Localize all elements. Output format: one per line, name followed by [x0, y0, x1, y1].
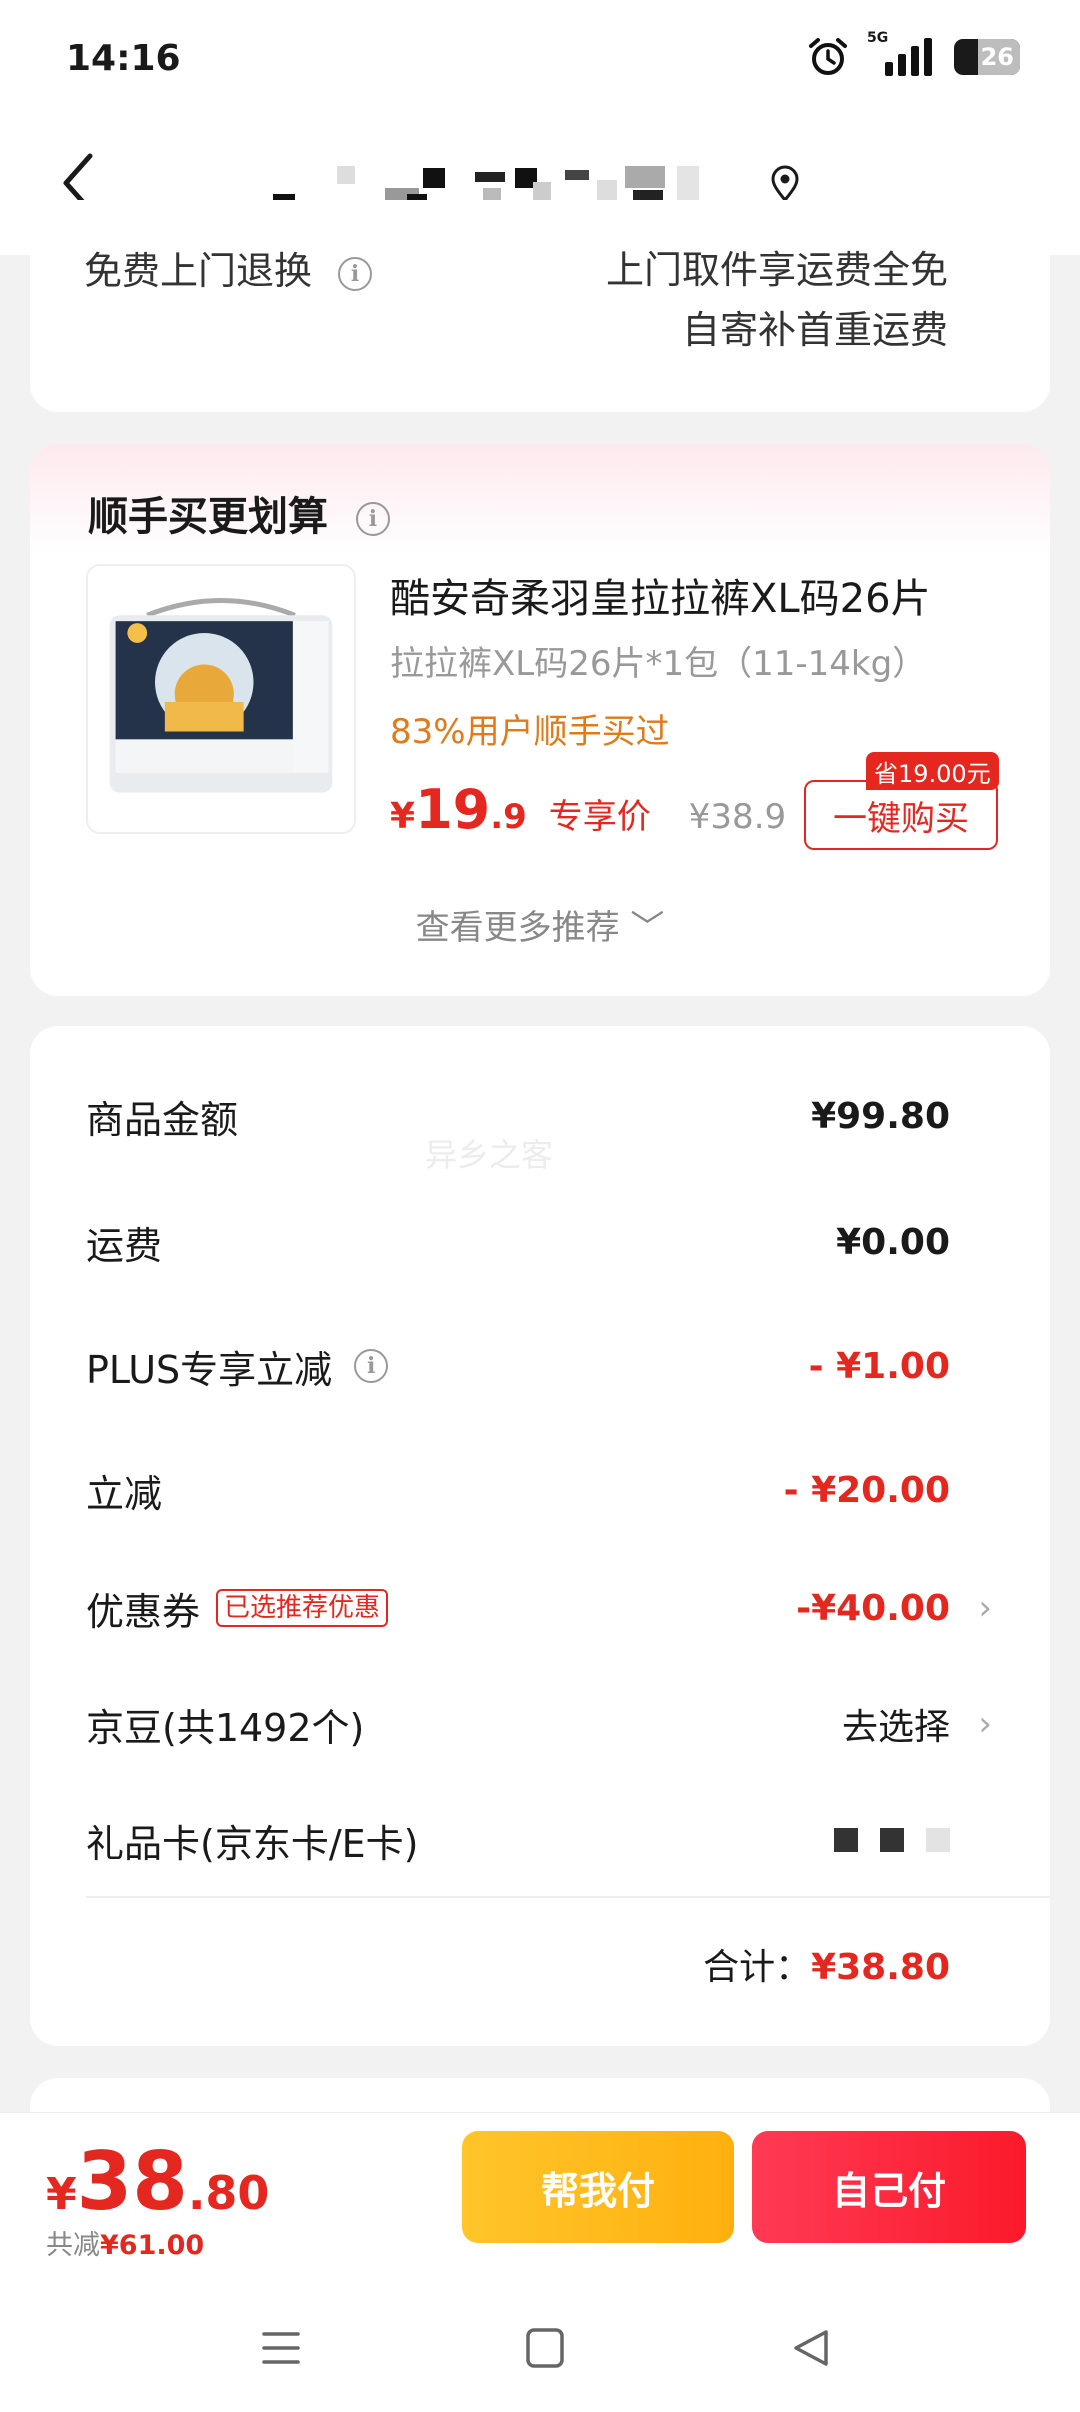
signal-icon: 5G: [867, 30, 932, 76]
total-value: ¥38.80: [811, 1947, 950, 1988]
amount-card: 异乡之客 商品金额 ¥99.80 运费 ¥0.00 PLUS专享立减 i - ¥…: [30, 1026, 1050, 2046]
home-icon[interactable]: [520, 2326, 570, 2370]
plus-discount-row: PLUS专享立减 i - ¥1.00: [86, 1336, 950, 1396]
info-icon[interactable]: i: [338, 256, 373, 291]
info-icon[interactable]: i: [354, 1349, 389, 1383]
pay-total: ¥ 38 .80: [46, 2135, 269, 2228]
more-recommend-text: 查看更多推荐: [415, 908, 620, 948]
coupon-row[interactable]: 优惠券 已选推荐优惠 -¥40.00 ›: [86, 1578, 992, 1638]
back-icon[interactable]: [786, 2326, 836, 2370]
help-pay-button[interactable]: 帮我付: [462, 2131, 734, 2243]
alarm-icon: [809, 38, 847, 75]
info-icon[interactable]: i: [355, 502, 390, 536]
exclusive-price-tag: 专享价: [548, 797, 651, 837]
price-integer: 19: [415, 778, 491, 841]
battery-icon: 26: [954, 39, 1020, 75]
coupon-value: -¥40.00: [796, 1587, 950, 1629]
total-label: 合计：: [703, 1947, 812, 1988]
total-saved: 共减¥61.00: [46, 2223, 204, 2262]
status-bar: 14:16 5G 26: [0, 0, 1080, 120]
pay-integer: 38: [76, 2135, 188, 2228]
bought-rate: 83%用户顺手买过: [390, 712, 670, 752]
save-badge: 省19.00元: [866, 752, 999, 790]
instant-discount-value: - ¥20.00: [783, 1469, 950, 1511]
network-label: 5G: [867, 30, 889, 46]
menu-icon[interactable]: [256, 2326, 306, 2370]
system-nav-bar: [0, 2282, 1080, 2412]
recommend-card: 顺手买更划算 i 酷安奇柔羽皇拉拉裤XL码26片 拉拉裤XL码26片*1包（11…: [30, 444, 1050, 996]
location-pin-icon: [771, 165, 799, 203]
price-decimal: .9: [490, 797, 527, 837]
recommend-title: 顺手买更划算 i: [88, 484, 390, 542]
product-spec: 拉拉裤XL码26片*1包（11-14kg）: [390, 644, 927, 684]
free-return-text: 免费上门退换: [84, 249, 313, 293]
original-price: ¥38.9: [688, 797, 787, 837]
battery-level: 26: [980, 43, 1014, 71]
status-icons: 5G 26: [807, 30, 1020, 78]
plus-discount-text: PLUS专享立减: [86, 1347, 333, 1392]
jingdou-row[interactable]: 京豆(共1492个) 去选择 ›: [86, 1694, 992, 1754]
jingdou-label: 京豆(共1492个): [86, 1705, 365, 1750]
one-click-buy-button[interactable]: 一键购买: [804, 780, 998, 850]
gift-card-value-redacted: [834, 1828, 950, 1852]
free-return-label: 免费上门退换 i: [84, 240, 373, 295]
shipping-row: 运费 ¥0.00: [86, 1212, 950, 1272]
instant-discount-row: 立减 - ¥20.00: [86, 1460, 950, 1520]
plus-discount-value: - ¥1.00: [808, 1345, 950, 1387]
chevron-right-icon: ›: [978, 1704, 992, 1744]
jingdou-value: 去选择: [841, 1707, 950, 1748]
gift-card-row[interactable]: 礼品卡(京东卡/E卡): [86, 1810, 950, 1870]
more-recommend-link[interactable]: 查看更多推荐 ﹀: [30, 900, 1050, 949]
total-row: 合计：¥38.80: [703, 1938, 950, 1990]
saved-value: ¥61.00: [100, 2230, 205, 2261]
goods-amount-label: 商品金额: [86, 1097, 239, 1142]
plus-discount-label: PLUS专享立减 i: [86, 1339, 389, 1394]
self-ship-fee-text: 自寄补首重运费: [681, 308, 948, 352]
coupon-selected-tag: 已选推荐优惠: [216, 1589, 389, 1627]
saved-label: 共减: [46, 2230, 100, 2261]
gift-card-label: 礼品卡(京东卡/E卡): [86, 1821, 419, 1866]
price-currency: ¥: [390, 796, 416, 837]
return-fee-info: 上门取件享运费全免 自寄补首重运费: [606, 240, 948, 360]
product-price: ¥ 19 .9 专享价 ¥38.9: [390, 778, 786, 841]
shipping-label: 运费: [86, 1223, 163, 1268]
goods-amount-row: 商品金额 ¥99.80: [86, 1086, 950, 1146]
self-pay-button[interactable]: 自己付: [752, 2131, 1026, 2243]
product-image[interactable]: [86, 564, 356, 834]
recommend-title-text: 顺手买更划算: [88, 494, 328, 540]
goods-amount-value: ¥99.80: [811, 1095, 950, 1137]
instant-discount-label: 立减: [86, 1471, 163, 1516]
pay-currency: ¥: [46, 2169, 77, 2220]
order-confirm-page: 14:16 5G 26 免费上门退换 i 上门取件享运费全免 自寄补首重运费 顺…: [0, 0, 1080, 2412]
pay-decimal: .80: [187, 2166, 270, 2220]
chevron-down-icon: ﹀: [630, 908, 665, 948]
pickup-fee-text: 上门取件享运费全免: [605, 248, 948, 292]
coupon-label: 优惠券 已选推荐优惠: [86, 1581, 389, 1636]
return-service-card: 免费上门退换 i 上门取件享运费全免 自寄补首重运费: [30, 200, 1050, 412]
divider: [86, 1896, 1050, 1898]
chevron-right-icon: ›: [978, 1588, 992, 1628]
product-name[interactable]: 酷安奇柔羽皇拉拉裤XL码26片: [390, 566, 931, 624]
shipping-value: ¥0.00: [836, 1221, 950, 1263]
pay-bar: ¥ 38 .80 共减¥61.00 帮我付 自己付: [0, 2112, 1080, 2282]
status-time: 14:16: [66, 38, 181, 79]
coupon-text: 优惠券: [86, 1589, 201, 1634]
